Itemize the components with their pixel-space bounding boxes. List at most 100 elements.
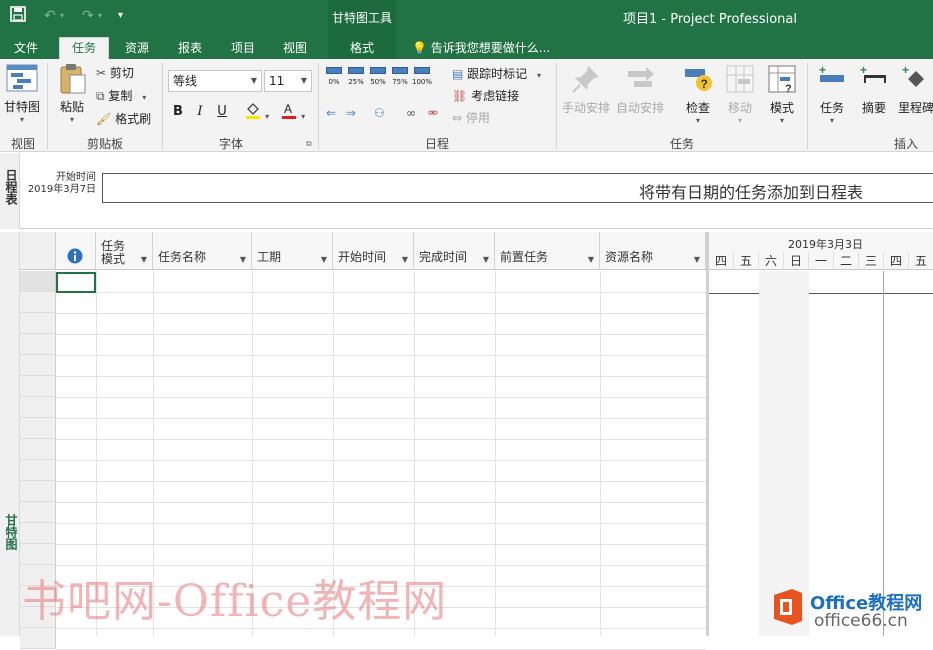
row-header[interactable] — [20, 376, 56, 397]
save-icon[interactable] — [10, 6, 26, 28]
column-header-duration[interactable]: 工期 ▼ — [252, 232, 333, 270]
insert-milestone-label: 里程碑 — [897, 101, 933, 115]
group-label-view: 视图 — [10, 137, 35, 151]
highlight-color-button[interactable]: ▾ — [242, 101, 272, 123]
inactivate-button[interactable]: ⇔ 停用 — [452, 108, 490, 128]
selected-cell[interactable] — [56, 272, 96, 293]
chevron-down-icon[interactable]: ▾ — [98, 6, 102, 26]
row-header[interactable] — [20, 544, 56, 565]
font-color-button[interactable]: A ▾ — [278, 101, 308, 123]
auto-schedule-button[interactable]: 自动安排 — [614, 63, 666, 116]
undo-icon[interactable]: ↶ — [44, 6, 56, 26]
chevron-down-icon[interactable]: ▼ — [694, 255, 700, 264]
customize-toolbar-icon[interactable]: ▾ — [118, 6, 123, 26]
row-header[interactable] — [20, 334, 56, 355]
finish-header: 完成时间 — [419, 250, 468, 264]
column-header-start[interactable]: 开始时间 ▼ — [333, 232, 414, 270]
mode-button[interactable]: ? 模式 ▾ — [762, 63, 802, 125]
column-header-predecessors[interactable]: 前置任务 ▼ — [495, 232, 600, 270]
copy-button[interactable]: ⧉ 复制 ▾ — [96, 86, 146, 106]
split-task-button[interactable]: ⚇ — [374, 103, 385, 123]
cut-button[interactable]: ✂ 剪切 — [96, 63, 134, 83]
font-size-combo[interactable]: 11 ▼ — [264, 70, 312, 92]
row-header[interactable] — [20, 628, 56, 649]
tab-resource[interactable]: 资源 — [114, 38, 160, 59]
link-icon: ∞ — [406, 106, 416, 120]
select-all-corner[interactable] — [20, 232, 56, 270]
link-tasks-button[interactable]: ∞ ⚮ — [406, 103, 438, 123]
tab-view[interactable]: 视图 — [272, 38, 318, 59]
row-header[interactable] — [20, 397, 56, 418]
insert-milestone-button[interactable]: + 里程碑 — [896, 63, 933, 116]
percent-complete-3-button[interactable]: 75% — [390, 67, 410, 95]
font-name-combo[interactable]: 等线 ▼ — [168, 70, 262, 92]
tab-task[interactable]: 任务 — [59, 37, 109, 59]
paste-button[interactable]: 粘贴 ▾ — [52, 63, 92, 124]
svg-text:?: ? — [701, 77, 708, 91]
row-header[interactable] — [20, 271, 56, 292]
row-header[interactable] — [20, 523, 56, 544]
task-bar-icon — [348, 67, 364, 74]
svg-text:+: + — [860, 63, 867, 77]
row-header[interactable] — [20, 502, 56, 523]
inspect-button[interactable]: ? 检查 ▾ — [678, 63, 718, 125]
chevron-down-icon[interactable]: ▼ — [141, 255, 147, 264]
chevron-down-icon[interactable]: ▼ — [483, 255, 489, 264]
timeline-side-tab[interactable]: 日程表 — [0, 153, 20, 229]
watermark-text: 书吧网-Office教程网 — [22, 576, 448, 627]
italic-button[interactable]: I — [190, 101, 210, 123]
percent-complete-0-button[interactable]: 0% — [324, 67, 344, 95]
tell-me-search[interactable]: 💡 告诉我您想要做什么... — [412, 38, 550, 59]
chevron-down-icon[interactable]: ▼ — [402, 255, 408, 264]
dialog-launcher-icon[interactable]: ⧉ — [306, 139, 312, 149]
percent-complete-2-button[interactable]: 50% — [368, 67, 388, 95]
column-header-resource-names[interactable]: 资源名称 ▼ — [600, 232, 706, 270]
timescale-day-4: 一 — [809, 252, 834, 270]
row-header[interactable] — [20, 460, 56, 481]
indent-icon: ⇒ — [345, 106, 356, 120]
tab-project[interactable]: 项目 — [220, 38, 266, 59]
mark-on-track-button[interactable]: ▤ 跟踪时标记 ▾ — [452, 64, 541, 84]
chevron-down-icon[interactable]: ▼ — [240, 255, 246, 264]
chevron-down-icon[interactable]: ▼ — [251, 71, 257, 91]
column-header-task-name[interactable]: 任务名称 ▼ — [153, 232, 252, 270]
chevron-down-icon: ▾ — [779, 116, 784, 125]
chevron-down-icon[interactable]: ▼ — [301, 71, 307, 91]
timeline-bar[interactable]: 将带有日期的任务添加到日程表 — [102, 173, 933, 203]
row-header[interactable] — [20, 313, 56, 334]
manually-schedule-button[interactable]: 手动安排 — [560, 63, 612, 116]
row-header[interactable] — [20, 292, 56, 313]
respect-links-button[interactable]: ⛓ 考虑链接 — [452, 86, 519, 106]
row-header[interactable] — [20, 418, 56, 439]
outdent-button[interactable]: ⇐ ⇒ — [326, 103, 356, 123]
column-header-indicators[interactable] — [56, 232, 96, 270]
tab-format-label[interactable]: 格式 — [336, 38, 388, 59]
gantt-chart-button[interactable]: 甘特图 ▾ — [2, 63, 42, 124]
row-header[interactable] — [20, 355, 56, 376]
row-header[interactable] — [20, 439, 56, 460]
column-header-task-mode[interactable]: 任务 模式 ▼ — [96, 232, 153, 270]
inspect-label: 检查 — [685, 101, 710, 115]
insert-summary-label: 摘要 — [861, 101, 886, 115]
format-painter-button[interactable]: 🖌 格式刷 — [96, 109, 151, 129]
tab-file[interactable]: 文件 — [0, 38, 52, 59]
bold-button[interactable]: B — [168, 101, 188, 123]
tab-report[interactable]: 报表 — [166, 38, 214, 59]
gantt-side-tab[interactable]: 甘特图 — [0, 232, 20, 636]
chevron-down-icon: ▾ — [695, 116, 700, 125]
row-header[interactable] — [20, 481, 56, 502]
group-separator — [318, 63, 319, 149]
percent-complete-1-button[interactable]: 25% — [346, 67, 366, 95]
column-header-finish[interactable]: 完成时间 ▼ — [414, 232, 495, 270]
chevron-down-icon[interactable]: ▾ — [60, 6, 64, 26]
inactivate-icon: ⇔ — [452, 111, 463, 125]
underline-button[interactable]: U — [212, 101, 232, 123]
chevron-down-icon[interactable]: ▼ — [588, 255, 594, 264]
redo-icon[interactable]: ↷ — [82, 6, 94, 26]
percent-label: 75% — [392, 78, 408, 86]
insert-task-button[interactable]: + 任务 ▾ — [812, 63, 852, 125]
insert-summary-button[interactable]: + 摘要 — [856, 63, 892, 116]
move-button[interactable]: 移动 ▾ — [720, 63, 760, 125]
percent-complete-4-button[interactable]: 100% — [412, 67, 432, 95]
chevron-down-icon[interactable]: ▼ — [321, 255, 327, 264]
